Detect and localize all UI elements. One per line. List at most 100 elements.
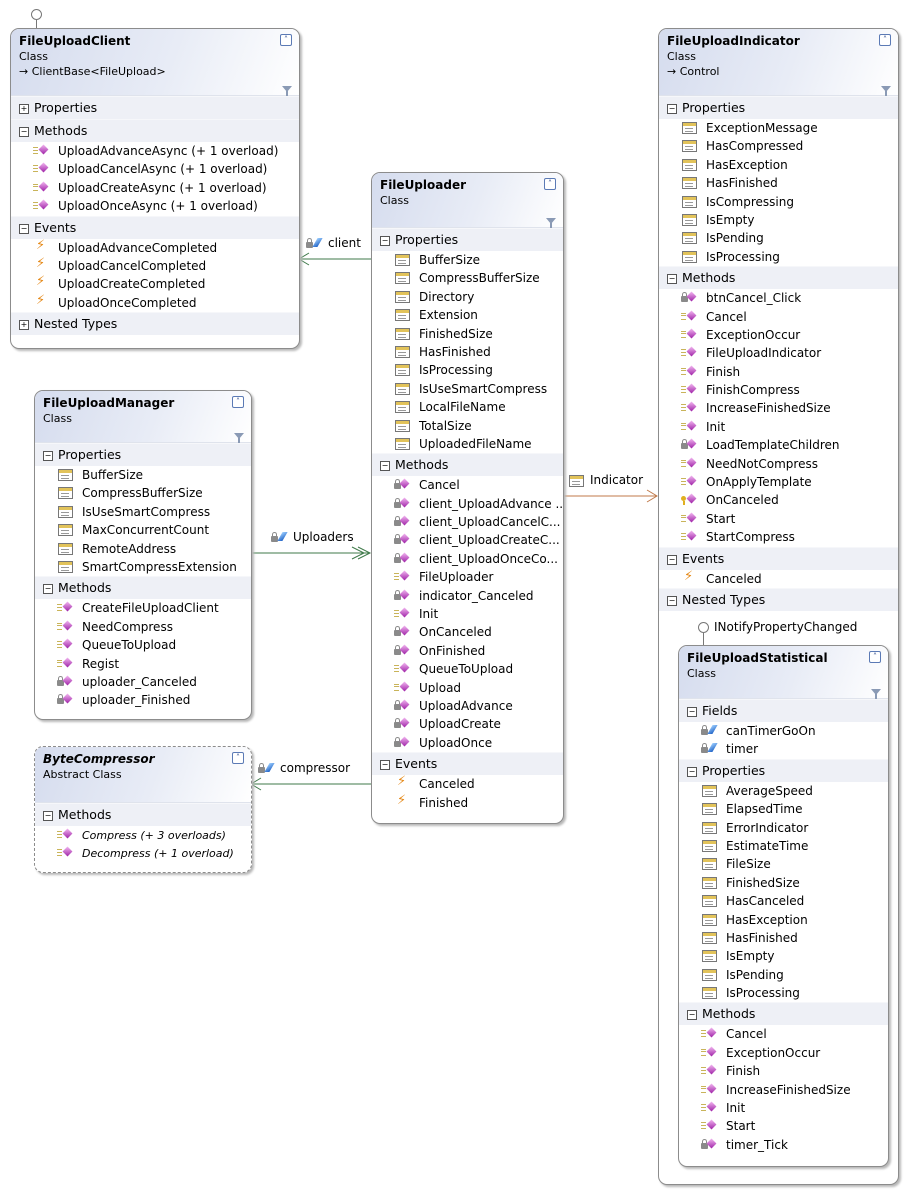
member-row[interactable]: client_UploadOnceCo...: [372, 550, 563, 568]
class-header[interactable]: FileUploadManager Class ˄: [35, 391, 251, 443]
collapse-section-icon[interactable]: −: [667, 104, 677, 114]
member-row[interactable]: Directory: [372, 288, 563, 306]
member-row[interactable]: CreateFileUploadClient: [35, 599, 251, 617]
collapse-section-icon[interactable]: −: [43, 451, 53, 461]
member-row[interactable]: IsEmpty: [659, 211, 898, 229]
member-row[interactable]: IsProcessing: [372, 361, 563, 379]
member-row[interactable]: ExceptionOccur: [679, 1044, 888, 1062]
section-properties[interactable]: − Properties: [679, 758, 888, 782]
collapse-section-icon[interactable]: −: [687, 766, 697, 777]
member-row[interactable]: HasCanceled: [679, 892, 888, 910]
member-row[interactable]: UploadAdvance: [372, 697, 563, 715]
member-row[interactable]: RemoteAddress: [35, 540, 251, 558]
compressor-association-label[interactable]: compressor: [258, 761, 350, 775]
filter-icon[interactable]: [881, 86, 891, 96]
member-row[interactable]: FinishCompress: [659, 381, 898, 399]
member-row[interactable]: CompressBufferSize: [35, 484, 251, 502]
member-row[interactable]: FileUploader: [372, 568, 563, 586]
member-row[interactable]: SmartCompressExtension: [35, 558, 251, 576]
member-row[interactable]: FileUploadIndicator: [659, 344, 898, 362]
member-row[interactable]: BufferSize: [35, 466, 251, 484]
member-row[interactable]: OnFinished: [372, 642, 563, 660]
member-row[interactable]: IsUseSmartCompress: [372, 380, 563, 398]
member-row[interactable]: IncreaseFinishedSize: [659, 399, 898, 417]
member-row[interactable]: ⚡ UploadOnceCompleted: [11, 293, 299, 312]
member-row[interactable]: ⚡ Canceled: [659, 569, 898, 588]
member-row[interactable]: NeedCompress: [35, 618, 251, 636]
member-row[interactable]: IsProcessing: [659, 248, 898, 266]
collapse-section-icon[interactable]: −: [380, 760, 390, 771]
collapse-icon[interactable]: ˄: [544, 178, 556, 190]
member-row[interactable]: Cancel: [372, 476, 563, 494]
section-properties[interactable]: − Properties: [35, 443, 251, 466]
collapse-section-icon[interactable]: −: [19, 127, 29, 137]
member-row[interactable]: StartCompress: [659, 528, 898, 546]
section-methods[interactable]: − Methods: [35, 576, 251, 600]
member-row[interactable]: IsUseSmartCompress: [35, 503, 251, 521]
member-row[interactable]: Regist: [35, 655, 251, 673]
member-row[interactable]: timer_Tick: [679, 1136, 888, 1154]
member-row[interactable]: FileSize: [679, 855, 888, 873]
expand-icon[interactable]: +: [19, 320, 29, 331]
member-row[interactable]: Start: [659, 510, 898, 528]
member-row[interactable]: HasFinished: [372, 343, 563, 361]
member-row[interactable]: IsProcessing: [679, 984, 888, 1002]
member-row[interactable]: client_UploadAdvance ...: [372, 495, 563, 513]
member-row[interactable]: OnCanceled: [659, 491, 898, 509]
member-row[interactable]: Decompress (+ 1 overload): [35, 844, 251, 862]
section-properties[interactable]: − Properties: [659, 96, 898, 119]
member-row[interactable]: Finish: [659, 363, 898, 381]
filter-icon[interactable]: [546, 218, 556, 228]
member-row[interactable]: OnApplyTemplate: [659, 473, 898, 491]
member-row[interactable]: UploadOnceAsync (+ 1 overload): [11, 197, 299, 215]
member-row[interactable]: HasException: [659, 156, 898, 174]
member-row[interactable]: BufferSize: [372, 251, 563, 269]
member-row[interactable]: FinishedSize: [372, 325, 563, 343]
class-header[interactable]: FileUploadStatistical Class ˄: [679, 646, 888, 699]
member-row[interactable]: IsPending: [659, 229, 898, 247]
member-row[interactable]: QueueToUpload: [35, 636, 251, 654]
member-row[interactable]: HasException: [679, 911, 888, 929]
member-row[interactable]: IsCompressing: [659, 193, 898, 211]
section-methods[interactable]: − Methods: [659, 266, 898, 290]
member-row[interactable]: MaxConcurrentCount: [35, 521, 251, 539]
member-row[interactable]: IncreaseFinishedSize: [679, 1081, 888, 1099]
uploaders-association-label[interactable]: Uploaders: [271, 530, 354, 544]
collapse-icon[interactable]: ˄: [879, 34, 891, 46]
member-row[interactable]: TotalSize: [372, 417, 563, 435]
member-row[interactable]: EstimateTime: [679, 837, 888, 855]
member-row[interactable]: Start: [679, 1117, 888, 1135]
member-row[interactable]: client_UploadCancelC...: [372, 513, 563, 531]
class-box-uploader[interactable]: FileUploader Class ˄ − Properties BufferSize C…: [371, 172, 564, 824]
member-row[interactable]: ⚡ UploadCancelCompleted: [11, 256, 299, 275]
member-row[interactable]: canTimerGoOn: [679, 722, 888, 740]
member-row[interactable]: UploadCreateAsync (+ 1 overload): [11, 179, 299, 197]
collapse-section-icon[interactable]: −: [19, 223, 29, 234]
class-header[interactable]: FileUploader Class ˄: [372, 173, 563, 228]
class-header[interactable]: ByteCompressor Abstract Class ˄: [35, 747, 251, 803]
section-events[interactable]: − Events: [372, 752, 563, 776]
member-row[interactable]: QueueToUpload: [372, 660, 563, 678]
filter-icon[interactable]: [234, 433, 244, 443]
member-row[interactable]: HasCompressed: [659, 137, 898, 155]
member-row[interactable]: ⚡ UploadAdvanceCompleted: [11, 238, 299, 257]
member-row[interactable]: UploadOnce: [372, 734, 563, 752]
collapse-section-icon[interactable]: −: [687, 1010, 697, 1021]
collapse-icon[interactable]: ˄: [869, 651, 881, 663]
section-methods[interactable]: − Methods: [372, 453, 563, 477]
member-row[interactable]: Finish: [679, 1062, 888, 1080]
section-methods[interactable]: − Methods: [679, 1002, 888, 1026]
member-row[interactable]: HasFinished: [679, 929, 888, 947]
member-row[interactable]: NeedNotCompress: [659, 455, 898, 473]
member-row[interactable]: Init: [679, 1099, 888, 1117]
member-row[interactable]: uploader_Canceled: [35, 673, 251, 691]
member-row[interactable]: OnCanceled: [372, 623, 563, 641]
indicator-association-label[interactable]: Indicator: [568, 473, 643, 487]
member-row[interactable]: UploadCancelAsync (+ 1 overload): [11, 160, 299, 178]
member-row[interactable]: Cancel: [659, 308, 898, 326]
filter-icon[interactable]: [871, 689, 881, 699]
member-row[interactable]: UploadAdvanceAsync (+ 1 overload): [11, 142, 299, 160]
member-row[interactable]: ⚡ UploadCreateCompleted: [11, 275, 299, 293]
collapse-icon[interactable]: ˄: [232, 396, 244, 408]
member-row[interactable]: AverageSpeed: [679, 782, 888, 800]
